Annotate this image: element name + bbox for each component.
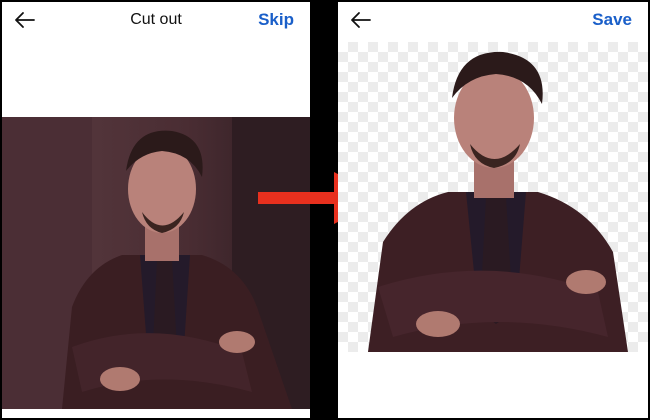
skip-button[interactable]: Skip bbox=[258, 10, 294, 30]
top-bar: Cut out Skip bbox=[2, 2, 310, 38]
cutout-canvas bbox=[338, 42, 648, 352]
save-screen: Save bbox=[338, 2, 648, 418]
save-button[interactable]: Save bbox=[592, 10, 632, 30]
arrow-left-icon bbox=[351, 12, 371, 28]
original-photo bbox=[2, 117, 310, 409]
back-button[interactable] bbox=[350, 10, 372, 30]
top-bar: Save bbox=[338, 2, 648, 38]
